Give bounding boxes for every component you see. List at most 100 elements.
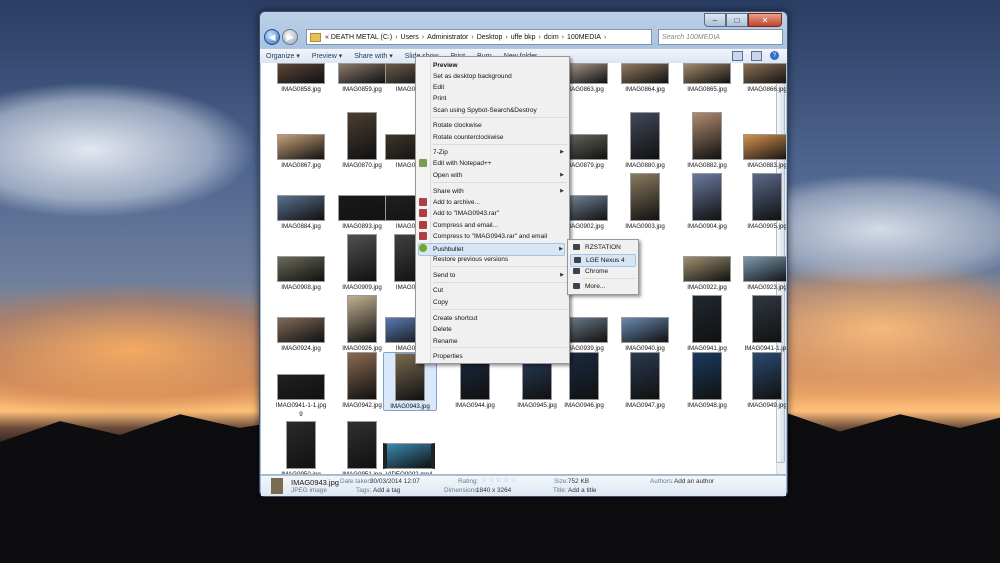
file-tile[interactable]: IMAG0949.jpg [741, 352, 786, 409]
breadcrumb-dcim[interactable]: dcim [544, 34, 559, 41]
file-tile[interactable]: IMAG0951.jpg [336, 421, 388, 474]
context-menu-item-compress-to-imag0943-rar-and-email[interactable]: Compress to "IMAG0943.rar" and email [433, 231, 565, 242]
file-name-label: IMAG0946.jpg [564, 402, 604, 409]
file-tile[interactable]: IMAG0870.jpg [336, 112, 388, 169]
file-thumbnail [277, 317, 325, 343]
context-menu-item-send-to[interactable]: Send to ▶ [433, 270, 565, 281]
context-menu-item-create-shortcut[interactable]: Create shortcut [433, 313, 565, 324]
more-icon [573, 283, 580, 289]
file-tile[interactable]: IMAG0947.jpg [619, 352, 671, 409]
file-tile[interactable]: IMAG0905.jpg [741, 173, 786, 230]
file-tile[interactable]: IMAG0859.jpg [336, 63, 388, 93]
tags-value[interactable]: Add a tag [373, 487, 400, 494]
context-menu-item-set-as-desktop-background[interactable]: Set as desktop background [433, 71, 565, 82]
context-menu-item-share-with[interactable]: Share with ▶ [433, 186, 565, 197]
context-menu-item-7-zip[interactable]: 7-Zip ▶ [433, 147, 565, 158]
file-tile[interactable]: IMAG0924.jpg [275, 295, 327, 352]
file-tile[interactable]: IMAG0858.jpg [275, 63, 327, 93]
file-tile[interactable]: IMAG0864.jpg [619, 63, 671, 93]
breadcrumb-uffe-bkp[interactable]: uffe bkp [511, 34, 536, 41]
pushbullet-device-chrome[interactable]: Chrome [570, 266, 636, 277]
context-menu-item-rotate-counterclockwise[interactable]: Rotate counterclockwise [433, 132, 565, 143]
address-bar[interactable]: « DEATH METAL (C:) › Users › Administrator… [306, 29, 652, 45]
context-menu-item-compress-and-email[interactable]: Compress and email... [433, 220, 565, 231]
file-tile[interactable]: IMAG0941-1-1.jpg 9 [275, 352, 327, 418]
breadcrumb-100media[interactable]: 100MEDIA [567, 34, 601, 41]
file-tile[interactable]: IMAG0941.jpg [681, 295, 733, 352]
file-thumbnail [338, 63, 386, 84]
file-name-wrap: 9 [299, 411, 303, 418]
file-name-label: IMAG0865.jpg [687, 86, 727, 93]
file-tile[interactable]: IMAG0883.jpg [741, 112, 786, 169]
context-menu-item-label: Compress and email... [433, 222, 499, 229]
file-name-label: IMAG0905.jpg [747, 223, 786, 230]
context-menu-item-scan-using-spybot-search-destroy[interactable]: Scan using Spybot-Search&Destroy [433, 105, 565, 116]
maximize-button[interactable]: □ [726, 13, 748, 27]
pushbullet-device-more[interactable]: More... [570, 281, 636, 292]
file-tile[interactable]: IMAG0926.jpg [336, 295, 388, 352]
organize-button[interactable]: Organize ▾ [260, 52, 306, 60]
context-menu-item-rotate-clockwise[interactable]: Rotate clockwise [433, 120, 565, 131]
breadcrumb-administrator[interactable]: Administrator [427, 34, 468, 41]
file-thumbnail [347, 112, 377, 160]
file-tile[interactable]: IMAG0903.jpg [619, 173, 671, 230]
back-arrow-icon[interactable]: ◀ [264, 29, 280, 45]
file-tile[interactable]: IMAG0880.jpg [619, 112, 671, 169]
file-tile[interactable]: IMAG0922.jpg [681, 234, 733, 291]
context-menu-item-add-to-archive[interactable]: Add to archive... [433, 197, 565, 208]
file-name-label: IMAG0864.jpg [625, 86, 665, 93]
file-name-label: IMAG0923.jpg [747, 284, 786, 291]
date-taken-value[interactable]: 30/03/2014 12:07 [370, 478, 420, 485]
file-tile[interactable]: IMAG0867.jpg [275, 112, 327, 169]
context-menu-item-edit[interactable]: Edit [433, 82, 565, 93]
file-tile[interactable]: IMAG0884.jpg [275, 173, 327, 230]
share-with-button[interactable]: Share with ▾ [348, 52, 399, 60]
file-tile[interactable]: IMAG0948.jpg [681, 352, 733, 409]
file-tile[interactable]: IMAG0941-1.jpg [741, 295, 786, 352]
close-button[interactable]: ✕ [748, 13, 782, 27]
file-tile[interactable]: IMAG0923.jpg [741, 234, 786, 291]
file-tile[interactable]: IMAG0904.jpg [681, 173, 733, 230]
search-input[interactable]: Search 100MEDIA [658, 29, 783, 45]
forward-arrow-icon[interactable]: ▶ [282, 29, 298, 45]
file-tile[interactable]: IMAG0942.jpg [336, 352, 388, 409]
file-tile[interactable]: IMAG0909.jpg [336, 234, 388, 291]
context-menu-item-restore-previous-versions[interactable]: Restore previous versions [433, 254, 565, 265]
context-menu-item-label: Rotate counterclockwise [433, 134, 504, 141]
context-menu-item-preview[interactable]: Preview [433, 60, 565, 71]
file-tile[interactable]: IMAG0882.jpg [681, 112, 733, 169]
help-icon[interactable]: ? [770, 51, 779, 60]
context-menu-item-open-with[interactable]: Open with ▶ [433, 170, 565, 181]
address-overflow[interactable]: « [325, 34, 329, 41]
context-menu-item-edit-with-notepad[interactable]: Edit with Notepad++ [433, 158, 565, 169]
pushbullet-device-rzstation[interactable]: RZSTATION [570, 242, 636, 253]
rating-stars-icon[interactable]: ☆☆☆☆☆ [481, 476, 517, 484]
context-menu-item-cut[interactable]: Cut [433, 285, 565, 296]
file-tile[interactable]: IMAG0866.jpg [741, 63, 786, 93]
file-name-label: IMAG0909.jpg [342, 284, 382, 291]
context-menu-item-copy[interactable]: Copy [433, 297, 565, 308]
file-tile[interactable]: IMAG0950.jpg [275, 421, 327, 474]
context-menu-item-delete[interactable]: Delete [433, 324, 565, 335]
context-menu-item-properties[interactable]: Properties [433, 351, 565, 362]
file-tile[interactable]: IMAG0940.jpg [619, 295, 671, 352]
preview-pane-icon[interactable] [751, 51, 762, 61]
file-thumbnail [630, 112, 660, 160]
breadcrumb-desktop[interactable]: Desktop [477, 34, 503, 41]
file-tile[interactable]: IMAG0893.jpg [336, 173, 388, 230]
authors-value[interactable]: Add an author [674, 478, 714, 485]
context-menu-item-print[interactable]: Print [433, 93, 565, 104]
context-menu-item-rename[interactable]: Rename [433, 336, 565, 347]
file-tile[interactable]: VIDEO0002.mp4 [383, 421, 435, 474]
context-menu-item-add-to-imag0943-rar[interactable]: Add to "IMAG0943.rar" [433, 208, 565, 219]
preview-button[interactable]: Preview ▾ [306, 52, 348, 60]
view-options-icon[interactable] [732, 51, 743, 61]
breadcrumb-drive[interactable]: DEATH METAL (C:) [331, 34, 392, 41]
minimize-button[interactable]: – [704, 13, 726, 27]
authors-key: Authors: [650, 478, 674, 485]
file-tile[interactable]: IMAG0908.jpg [275, 234, 327, 291]
title-value[interactable]: Add a title [568, 487, 596, 494]
dimensions-value: 1840 x 3264 [476, 487, 512, 494]
file-tile[interactable]: IMAG0865.jpg [681, 63, 733, 93]
breadcrumb-users[interactable]: Users [401, 34, 419, 41]
